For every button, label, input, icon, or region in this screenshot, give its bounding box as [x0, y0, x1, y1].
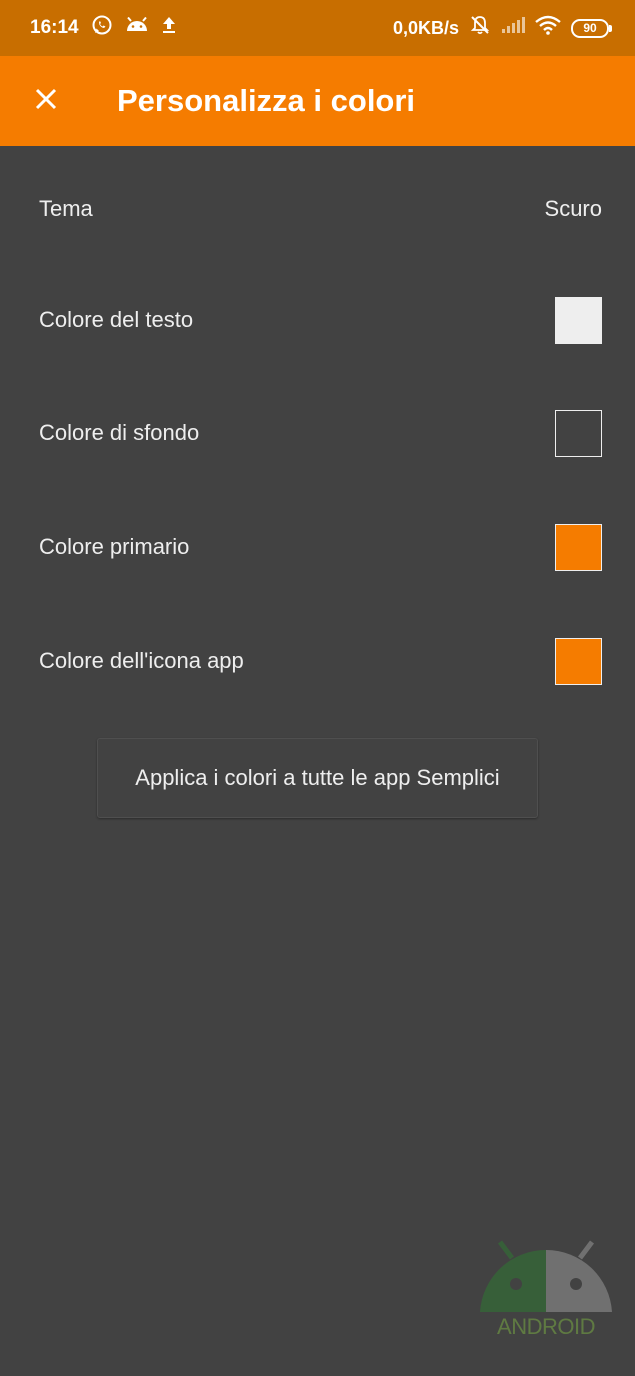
theme-label: Tema — [39, 196, 93, 221]
page-title: Personalizza i colori — [117, 83, 416, 118]
app-icon-color-label: Colore dell'icona app — [39, 648, 244, 673]
android-logo-icon — [480, 1240, 612, 1312]
battery-level: 90 — [583, 21, 597, 35]
text-color-row[interactable]: Colore del testo — [0, 270, 635, 370]
close-icon — [34, 87, 58, 116]
android-icon — [125, 16, 149, 39]
primary-color-label: Colore primario — [39, 534, 190, 559]
android-watermark: ANDROID — [478, 1240, 614, 1344]
net-speed: 0,0KB/s — [392, 17, 459, 38]
wifi-icon — [535, 15, 561, 41]
theme-row[interactable]: Tema Scuro — [0, 159, 635, 259]
background-color-label: Colore di sfondo — [39, 420, 200, 445]
text-color-swatch[interactable] — [555, 296, 602, 344]
background-color-swatch[interactable] — [555, 409, 602, 457]
status-bar: 16:14 0,0KB/s 90 — [0, 0, 635, 56]
app-icon-color-swatch[interactable] — [555, 637, 602, 685]
app-icon-color-row[interactable]: Colore dell'icona app — [0, 611, 635, 711]
signal-icon — [501, 16, 525, 40]
apply-colors-button[interactable]: Applica i colori a tutte le app Semplici — [97, 738, 538, 818]
battery-icon: 90 — [571, 18, 612, 38]
primary-color-row[interactable]: Colore primario — [0, 497, 635, 597]
watermark-text: ANDROID — [497, 1314, 595, 1339]
text-color-label: Colore del testo — [39, 307, 194, 332]
theme-value: Scuro — [544, 196, 602, 221]
background-color-row[interactable]: Colore di sfondo — [0, 383, 635, 483]
bell-off-icon — [469, 14, 491, 42]
whatsapp-icon — [91, 14, 113, 42]
close-button[interactable] — [18, 73, 74, 129]
upload-icon — [161, 16, 177, 40]
primary-color-swatch[interactable] — [555, 523, 602, 571]
status-time: 16:14 — [30, 17, 79, 38]
toolbar: Personalizza i colori — [0, 56, 635, 146]
